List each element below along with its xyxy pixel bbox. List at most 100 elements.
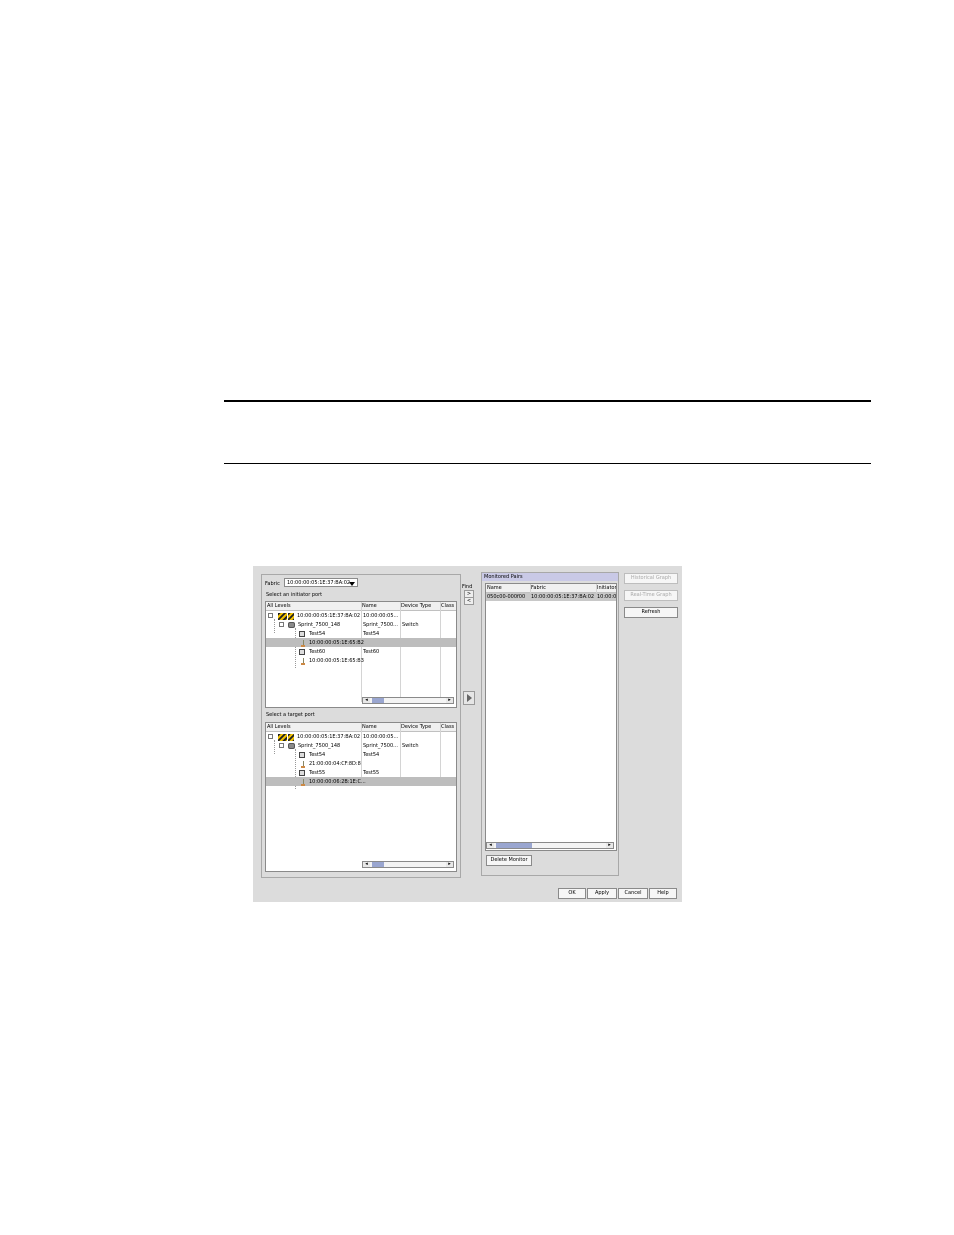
pair-fabric: 10:00:00:05:1E:37:BA:02 [531,594,595,600]
ok-button[interactable]: OK [558,888,586,899]
tree-row-level: 10:00:00:05:1E:37:BA:02 [297,734,361,740]
scroll-left-icon[interactable]: ◂ [363,698,370,703]
scroll-right-icon[interactable]: ▸ [446,698,453,703]
col-fabric[interactable]: Fabric [531,585,546,591]
tree-row-name: Test55 [363,770,380,776]
cancel-button[interactable]: Cancel [618,888,648,899]
scroll-right-icon[interactable]: ▸ [446,862,453,867]
switch-icon [288,622,295,628]
col-all-levels[interactable]: All Levels [267,724,291,730]
tree-row[interactable]: Test60 Test60 [266,647,456,656]
col-name[interactable]: Name [487,585,502,591]
col-name[interactable]: Name [362,603,377,609]
target-section-title: Select a target port [266,712,315,718]
fabric-icon [278,613,287,620]
fabric-icon [288,734,294,741]
fabric-label: Fabric [265,581,280,587]
end-to-end-monitors-dialog: Fabric 10:00:00:05:1E:37:BA:02 Select an… [253,566,682,902]
tree-row-name: 10:00:00:05... [363,734,399,740]
switch-icon [288,743,295,749]
scroll-thumb[interactable] [496,843,532,848]
monitored-pairs-table[interactable]: Name Fabric Initiator 050c00-000f00 10:0… [485,583,617,851]
tree-row-selected[interactable]: 10:00:00:05:1E:65:B2 [266,638,456,647]
tree-row[interactable]: 10:00:00:05:1E:65:B3 [266,656,456,665]
tree-row-level: Test54 [309,752,326,758]
tree-row-name: 10:00:00:05... [363,613,399,619]
monitored-pairs-header: Monitored Pairs [482,573,618,581]
scroll-left-icon[interactable]: ◂ [363,862,370,867]
tree-row-level: 10:00:00:06:2B:1E:C... [309,779,366,785]
tree-row-level: 10:00:00:05:1E:65:B3 [309,658,364,664]
device-port-icon [301,640,307,647]
target-horizontal-scrollbar[interactable]: ◂ ▸ [362,861,454,868]
collapse-icon[interactable] [268,613,273,618]
device-port-icon [301,779,307,786]
tree-row-level: 21:00:00:04:CF:8D:8 [309,761,361,767]
table-row[interactable]: 050c00-000f00 10:00:00:05:1E:37:BA:02 10… [486,593,616,601]
col-class[interactable]: Class [441,724,454,730]
monitored-horizontal-scrollbar[interactable]: ◂ ▸ [486,842,614,849]
tree-row[interactable]: Test54 Test54 [266,629,456,638]
port-icon [299,770,305,776]
col-all-levels[interactable]: All Levels [267,603,291,609]
tree-row-selected[interactable]: 10:00:00:06:2B:1E:C... [266,777,456,786]
tree-row-level: Test54 [309,631,326,637]
tree-row-type: Switch [402,743,419,749]
device-port-icon [301,761,307,768]
tree-row[interactable]: Sprint_7500_148 Sprint_7500... Switch [266,620,456,629]
find-previous-button[interactable]: < [464,597,474,605]
fabric-icon [278,734,287,741]
tree-row-level: Test60 [309,649,326,655]
tree-row-level: 10:00:00:05:1E:65:B2 [309,640,364,646]
tree-row-name: Test54 [363,631,380,637]
col-device-type[interactable]: Device Type [401,724,431,730]
tree-row[interactable]: Test55 Test55 [266,768,456,777]
apply-button[interactable]: Apply [587,888,617,899]
port-icon [299,631,305,637]
tree-row-type: Switch [402,622,419,628]
initiator-section-title: Select an initiator port [266,592,323,598]
col-device-type[interactable]: Device Type [401,603,431,609]
target-tree[interactable]: All Levels Name Device Type Class 10:00:… [265,722,457,872]
fabric-select-value: 10:00:00:05:1E:37:BA:02 [287,580,351,586]
scroll-left-icon[interactable]: ◂ [487,843,494,848]
initiator-horizontal-scrollbar[interactable]: ◂ ▸ [362,697,454,704]
tree-row-level: Test55 [309,770,326,776]
collapse-icon[interactable] [279,622,284,627]
tree-row-level: Sprint_7500_148 [298,743,341,749]
historical-graph-button[interactable]: Historical Graph [624,573,678,584]
tree-row[interactable]: Test54 Test54 [266,750,456,759]
add-pair-arrow-button[interactable] [463,691,475,705]
tree-row[interactable]: Sprint_7500_148 Sprint_7500... Switch [266,741,456,750]
tree-row[interactable]: 10:00:00:05:1E:37:BA:02 10:00:00:05... [266,611,456,620]
col-class[interactable]: Class [441,603,454,609]
bottom-rule [224,463,871,464]
help-button[interactable]: Help [649,888,677,899]
refresh-button[interactable]: Refresh [624,607,678,618]
top-rule [224,400,871,402]
pair-name: 050c00-000f00 [487,594,526,600]
scroll-right-icon[interactable]: ▸ [606,843,613,848]
tree-row-name: Test54 [363,752,380,758]
col-name[interactable]: Name [362,724,377,730]
collapse-icon[interactable] [279,743,284,748]
chevron-down-icon [349,582,355,586]
initiator-tree[interactable]: All Levels Name Device Type Class 10:00:… [265,601,457,708]
col-initiator[interactable]: Initiator [597,585,616,591]
tree-row-level: Sprint_7500_148 [298,622,341,628]
port-icon [299,752,305,758]
pair-initiator: 10:00:0 [597,594,617,600]
scroll-thumb[interactable] [372,862,384,867]
tree-row-level: 10:00:00:05:1E:37:BA:02 [297,613,361,619]
port-icon [299,649,305,655]
device-port-icon [301,658,307,665]
scroll-thumb[interactable] [372,698,384,703]
realtime-graph-button[interactable]: Real-Time Graph [624,590,678,601]
tree-row-name: Test60 [363,649,380,655]
collapse-icon[interactable] [268,734,273,739]
delete-monitor-button[interactable]: Delete Monitor [486,855,532,866]
fabric-select[interactable]: 10:00:00:05:1E:37:BA:02 [284,578,358,587]
tree-row-name: Sprint_7500... [363,622,398,628]
tree-row[interactable]: 10:00:00:05:1E:37:BA:02 10:00:00:05... [266,732,456,741]
tree-row[interactable]: 21:00:00:04:CF:8D:8 [266,759,456,768]
